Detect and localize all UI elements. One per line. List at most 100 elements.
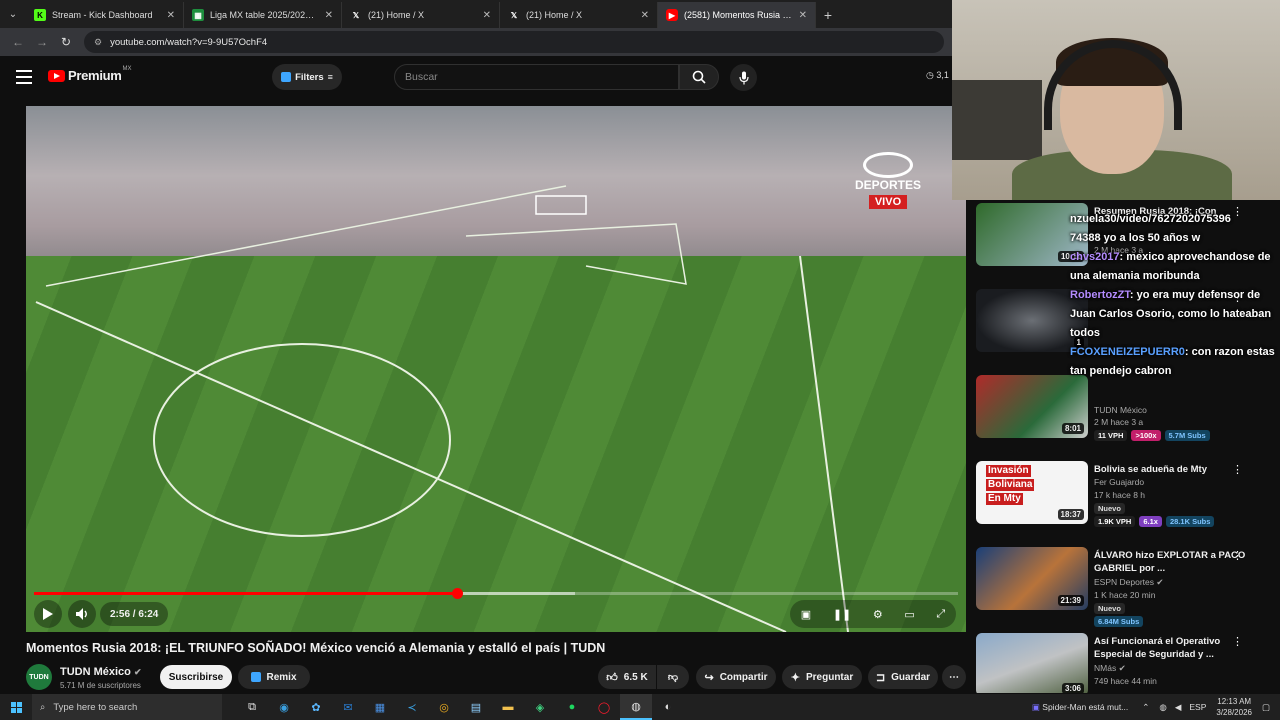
video-thumbnail[interactable]: 3:06	[976, 633, 1088, 693]
notifications-icon[interactable]: ▢	[1262, 702, 1270, 713]
play-button[interactable]	[34, 600, 62, 628]
close-icon[interactable]: ✕	[325, 10, 333, 21]
forward-icon[interactable]: →	[30, 35, 54, 49]
volume-button[interactable]	[68, 600, 96, 628]
chrome-icon[interactable]: ◍	[620, 694, 652, 720]
search-icon: ⌕	[40, 701, 46, 713]
filters-button[interactable]: Filters ≡	[272, 64, 342, 90]
video-player[interactable]: DEPORTES VIVO 2:56 / 6:24 ▣ ❚❚ ⚙ ▭ ⤢	[26, 106, 966, 632]
subscribe-button[interactable]: Suscribirse	[160, 665, 232, 689]
thumbs-up-icon: 👍︎	[606, 671, 618, 684]
tab-x-home[interactable]: 𝕏 (21) Home / X ✕	[342, 2, 500, 28]
more-icon[interactable]: ⋮	[1232, 635, 1243, 648]
chat-message: FCOXENEIZEPUERR0: con razon estas tan pe…	[1070, 346, 1275, 377]
remix-button[interactable]: Remix	[238, 665, 310, 689]
like-button[interactable]: 👍︎ 6.5 K	[598, 665, 656, 689]
menu-icon[interactable]	[16, 70, 32, 84]
taskbar-search[interactable]: ⌕ Type here to search	[32, 694, 222, 720]
background-shelf	[952, 80, 1042, 160]
pitch-lines	[35, 185, 849, 632]
search-icon	[692, 70, 706, 84]
file-explorer-icon[interactable]: ▬	[492, 694, 524, 720]
search-button[interactable]	[679, 64, 719, 90]
system-clock[interactable]: 12:13 AM 3/28/2026	[1216, 696, 1252, 718]
more-icon[interactable]: ⋮	[1232, 549, 1243, 562]
video-thumbnail[interactable]: 21:39	[976, 547, 1088, 610]
tab-liga-mx[interactable]: ▦Liga MX table 2025/2026 - Clau✕	[184, 2, 342, 28]
search-input[interactable]: Buscar	[394, 64, 679, 90]
new-tab-button[interactable]: +	[816, 2, 840, 28]
pause-mini-icon[interactable]: ❚❚	[833, 608, 851, 621]
tray-chevron-icon[interactable]: ⌃	[1142, 702, 1149, 713]
video-title: Momentos Rusia 2018: ¡EL TRIUNFO SOÑADO!…	[26, 641, 606, 655]
tab-x-home[interactable]: 𝕏 (21) Home / X ✕	[500, 2, 658, 28]
video-thumbnail[interactable]: Invasión Boliviana En Mty 18:37	[976, 461, 1088, 524]
dislike-button[interactable]: 👎︎	[657, 665, 689, 689]
sliders-icon: ≡	[327, 72, 333, 82]
tab-youtube[interactable]: ▶(2581) Momentos Rusia 2018: ¡✕	[658, 2, 816, 28]
code-icon[interactable]: ◈	[524, 694, 556, 720]
voice-search-button[interactable]	[730, 64, 757, 91]
tab-kick[interactable]: K Stream - Kick Dashboard ✕	[26, 2, 184, 28]
opera-icon[interactable]: ◯	[588, 694, 620, 720]
save-button[interactable]: ⊐ Guardar	[868, 665, 938, 689]
more-icon[interactable]: ⋮	[1232, 463, 1243, 476]
thumbs-down-icon: 👎︎	[667, 672, 679, 683]
fullscreen-icon[interactable]: ⤢	[936, 608, 945, 621]
ask-button[interactable]: ✦ Preguntar	[782, 665, 862, 689]
task-view-icon[interactable]: ⧉	[236, 694, 268, 720]
share-button[interactable]: ↪ Compartir	[696, 665, 776, 689]
settings-icon[interactable]: ⚙	[873, 608, 883, 621]
chrome-canary-icon[interactable]: ◎	[428, 694, 460, 720]
close-icon[interactable]: ✕	[167, 10, 175, 21]
extension-icon	[281, 72, 292, 82]
avatar[interactable]: TUDN	[26, 664, 52, 690]
vscode-icon[interactable]: ≺	[396, 694, 428, 720]
start-button[interactable]	[0, 694, 32, 720]
more-actions-button[interactable]: ⋯	[942, 665, 966, 689]
edge-icon[interactable]: ◉	[268, 694, 300, 720]
close-icon[interactable]: ✕	[641, 10, 649, 21]
video-thumbnail[interactable]: 8:01	[976, 375, 1088, 438]
obs-icon[interactable]: ◐	[652, 694, 684, 720]
copilot-icon[interactable]: ✿	[300, 694, 332, 720]
outlook-icon[interactable]: ✉	[332, 694, 364, 720]
close-icon[interactable]: ✕	[483, 10, 491, 21]
verified-icon: ✔	[1118, 663, 1126, 673]
windows-taskbar: ⌕ Type here to search ⧉ ◉ ✿ ✉ ▦ ≺ ◎ ▤ ▬ ◈…	[0, 694, 1280, 720]
now-playing[interactable]: ▣ Spider-Man está mut...	[1032, 702, 1128, 713]
volume-icon	[76, 608, 87, 620]
clock-icon: ◷	[926, 70, 934, 80]
share-icon: ↪	[704, 671, 714, 684]
theater-icon[interactable]: ▭	[904, 608, 914, 621]
list-item[interactable]: 8:01 TUDN México 2 M hace 3 a 11 VPH >100…	[976, 375, 1276, 457]
channel-name[interactable]: TUDN México ✔	[60, 666, 142, 678]
reload-icon[interactable]: ↻	[54, 35, 78, 49]
list-item[interactable]: 21:39 ÁLVARO hizo EXPLOTAR a PACO GABRIE…	[976, 547, 1276, 629]
verified-icon: ✔	[1156, 577, 1164, 587]
site-info-icon[interactable]: ⚙	[94, 37, 102, 48]
youtube-icon: ▶	[666, 9, 678, 21]
media-icon: ▣	[1031, 701, 1040, 712]
chapters-icon[interactable]: ▣	[801, 608, 811, 621]
progress-bar[interactable]	[34, 588, 958, 599]
counter-badge: ◷ 3,1	[926, 70, 949, 80]
remix-icon	[251, 672, 262, 682]
spotify-icon[interactable]: ●	[556, 694, 588, 720]
volume-icon[interactable]: ◀	[1175, 702, 1182, 713]
back-icon[interactable]: ←	[6, 35, 30, 49]
calendar-icon[interactable]: ▦	[364, 694, 396, 720]
url-field[interactable]: ⚙ youtube.com/watch?v=9-9U57OchF4	[84, 31, 944, 53]
youtube-logo[interactable]: Premium MX	[48, 66, 132, 83]
notepad-icon[interactable]: ▤	[460, 694, 492, 720]
list-item[interactable]: 3:06 Así Funcionará el Operativo Especia…	[976, 633, 1276, 693]
network-icon[interactable]: ◍	[1159, 702, 1166, 713]
play-icon	[43, 608, 53, 620]
list-item[interactable]: Invasión Boliviana En Mty 18:37 Bolivia …	[976, 461, 1276, 543]
youtube-header: Premium MX Filters ≡ Buscar ◷ 3,1	[0, 56, 952, 100]
chat-message: nzuela30/video/7627202075396	[1070, 213, 1231, 225]
language-indicator[interactable]: ESP	[1189, 702, 1206, 712]
tab-search-button[interactable]: ⌄	[0, 0, 26, 28]
microphone-icon	[738, 71, 749, 84]
close-icon[interactable]: ✕	[799, 10, 807, 21]
